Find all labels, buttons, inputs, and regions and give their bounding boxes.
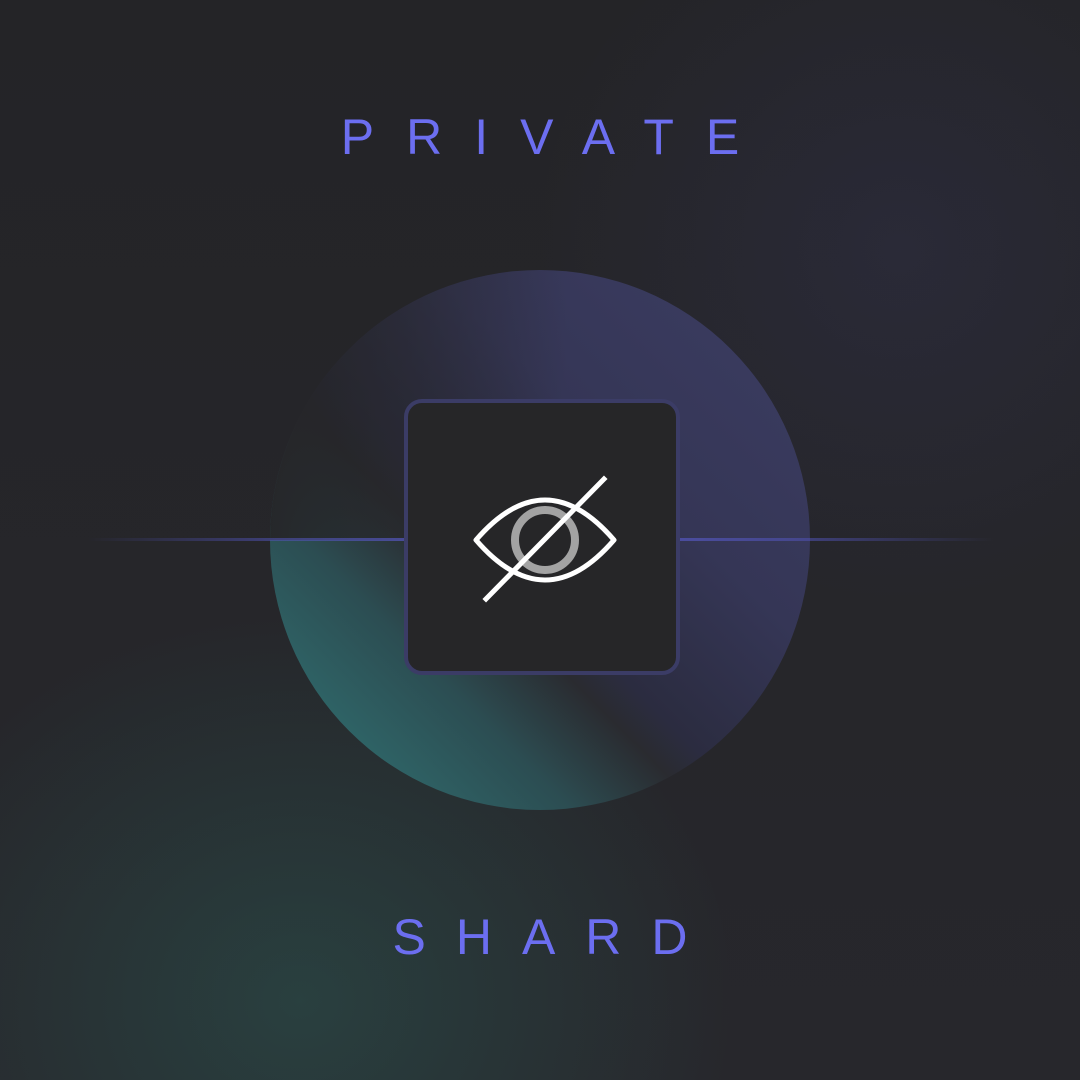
page-title: PRIVATE	[340, 109, 772, 165]
eye-slash-icon	[473, 475, 617, 603]
page-subtitle: SHARD	[392, 909, 718, 965]
